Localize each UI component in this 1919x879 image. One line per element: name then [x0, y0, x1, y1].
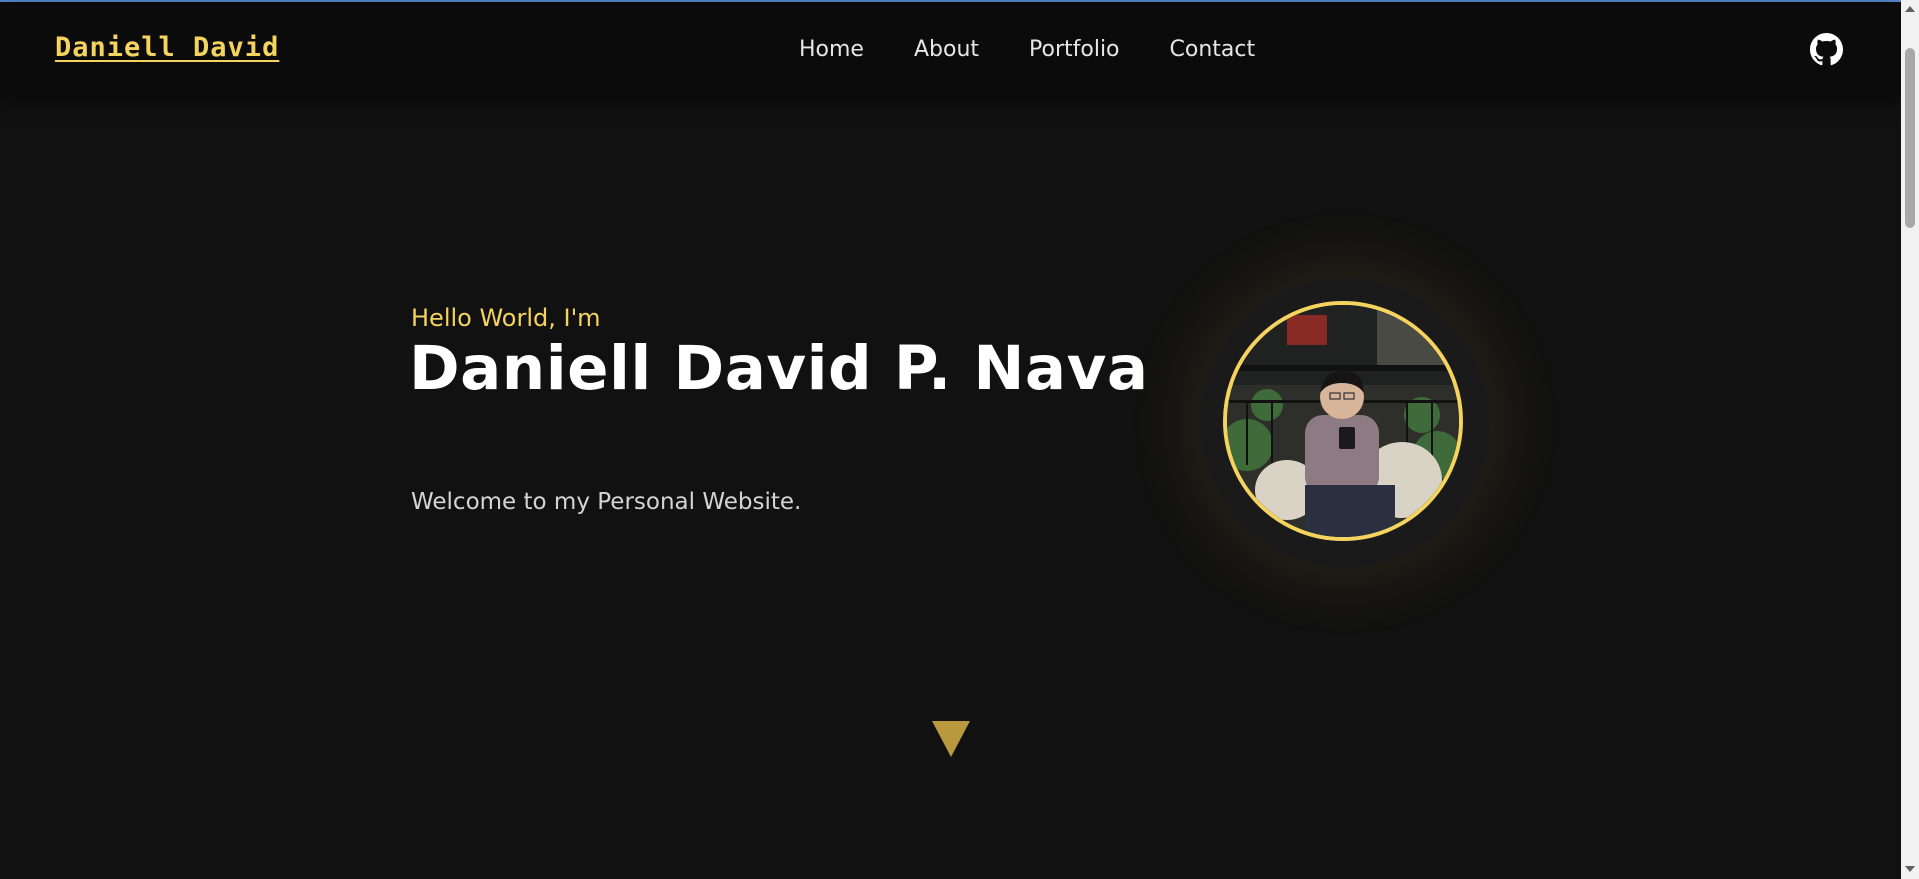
- hero-greeting: Hello World, I'm: [411, 304, 601, 332]
- brand-link[interactable]: Daniell David: [55, 32, 279, 63]
- github-icon[interactable]: [1810, 33, 1843, 66]
- triangle-down-icon[interactable]: [932, 721, 970, 759]
- scroll-up-icon[interactable]: [1905, 6, 1915, 12]
- scroll-down-icon[interactable]: [1905, 866, 1915, 872]
- profile-photo: [1223, 301, 1463, 541]
- nav-link-contact[interactable]: Contact: [1170, 37, 1256, 62]
- nav-link-portfolio[interactable]: Portfolio: [1029, 37, 1120, 62]
- navbar: Daniell David Home About Portfolio Conta…: [0, 2, 1901, 98]
- page: Daniell David Home About Portfolio Conta…: [0, 0, 1919, 879]
- hero-name: Daniell David P. Nava: [409, 333, 1149, 404]
- vertical-scrollbar[interactable]: [1901, 0, 1919, 879]
- scrollbar-thumb[interactable]: [1905, 48, 1915, 228]
- nav-link-about[interactable]: About: [914, 37, 979, 62]
- nav-links: Home About Portfolio Contact: [799, 37, 1255, 62]
- nav-link-home[interactable]: Home: [799, 37, 864, 62]
- hero-tagline: Welcome to my Personal Website.: [411, 489, 802, 515]
